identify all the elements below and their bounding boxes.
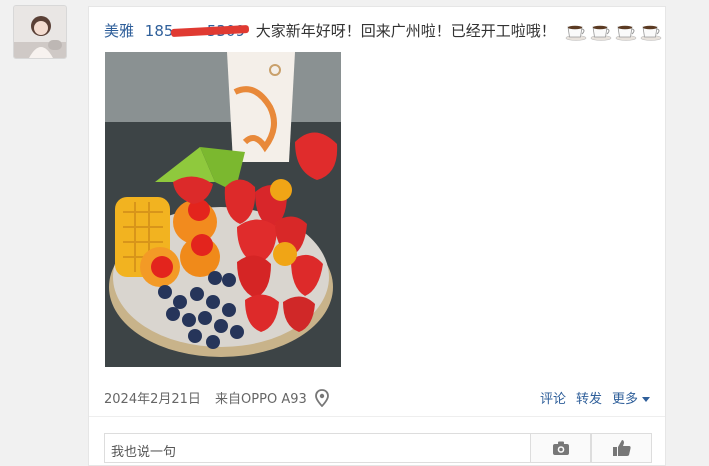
post-source: 来自OPPO A93 [215, 392, 307, 407]
feed-page: 美雅 185 5309 大家新年好呀！回来广州啦！已经开工啦哦！ 2024年2月… [0, 0, 709, 466]
chevron-down-icon [642, 397, 651, 402]
location-pin-icon[interactable] [313, 389, 331, 407]
camera-button[interactable] [531, 433, 591, 463]
phone-number: 185 5309 [145, 22, 245, 40]
avatar[interactable] [13, 5, 67, 59]
post-text-line: 美雅 185 5309 大家新年好呀！回来广州啦！已经开工啦哦！ [104, 20, 662, 42]
coffee-cup-icon [590, 25, 611, 41]
thumbs-up-icon [612, 440, 631, 456]
phone-hidden-tail: 5309 [206, 22, 246, 40]
camera-icon [552, 441, 569, 455]
comment-action[interactable]: 评论 [540, 388, 566, 407]
emoji-row [565, 23, 662, 41]
divider [89, 416, 665, 417]
comment-input[interactable]: 我也说一句 [104, 433, 531, 463]
post-date[interactable]: 2024年2月21日 [104, 392, 201, 407]
phone-visible: 185 [144, 22, 174, 40]
coffee-cup-icon [615, 25, 636, 41]
forward-action[interactable]: 转发 [576, 388, 602, 407]
post-photo[interactable] [105, 52, 341, 367]
coffee-cup-icon [640, 25, 661, 41]
post-meta: 2024年2月21日 来自OPPO A93 [104, 388, 307, 407]
coffee-cup-icon [565, 25, 586, 41]
username-link[interactable]: 美雅 [104, 22, 134, 40]
like-button[interactable] [591, 433, 652, 463]
phone-redaction: 5309 [173, 20, 245, 42]
post-message: 大家新年好呀！回来广州啦！已经开工啦哦！ [255, 22, 556, 40]
more-label: 更多 [612, 392, 639, 407]
more-action[interactable]: 更多 [612, 388, 651, 407]
